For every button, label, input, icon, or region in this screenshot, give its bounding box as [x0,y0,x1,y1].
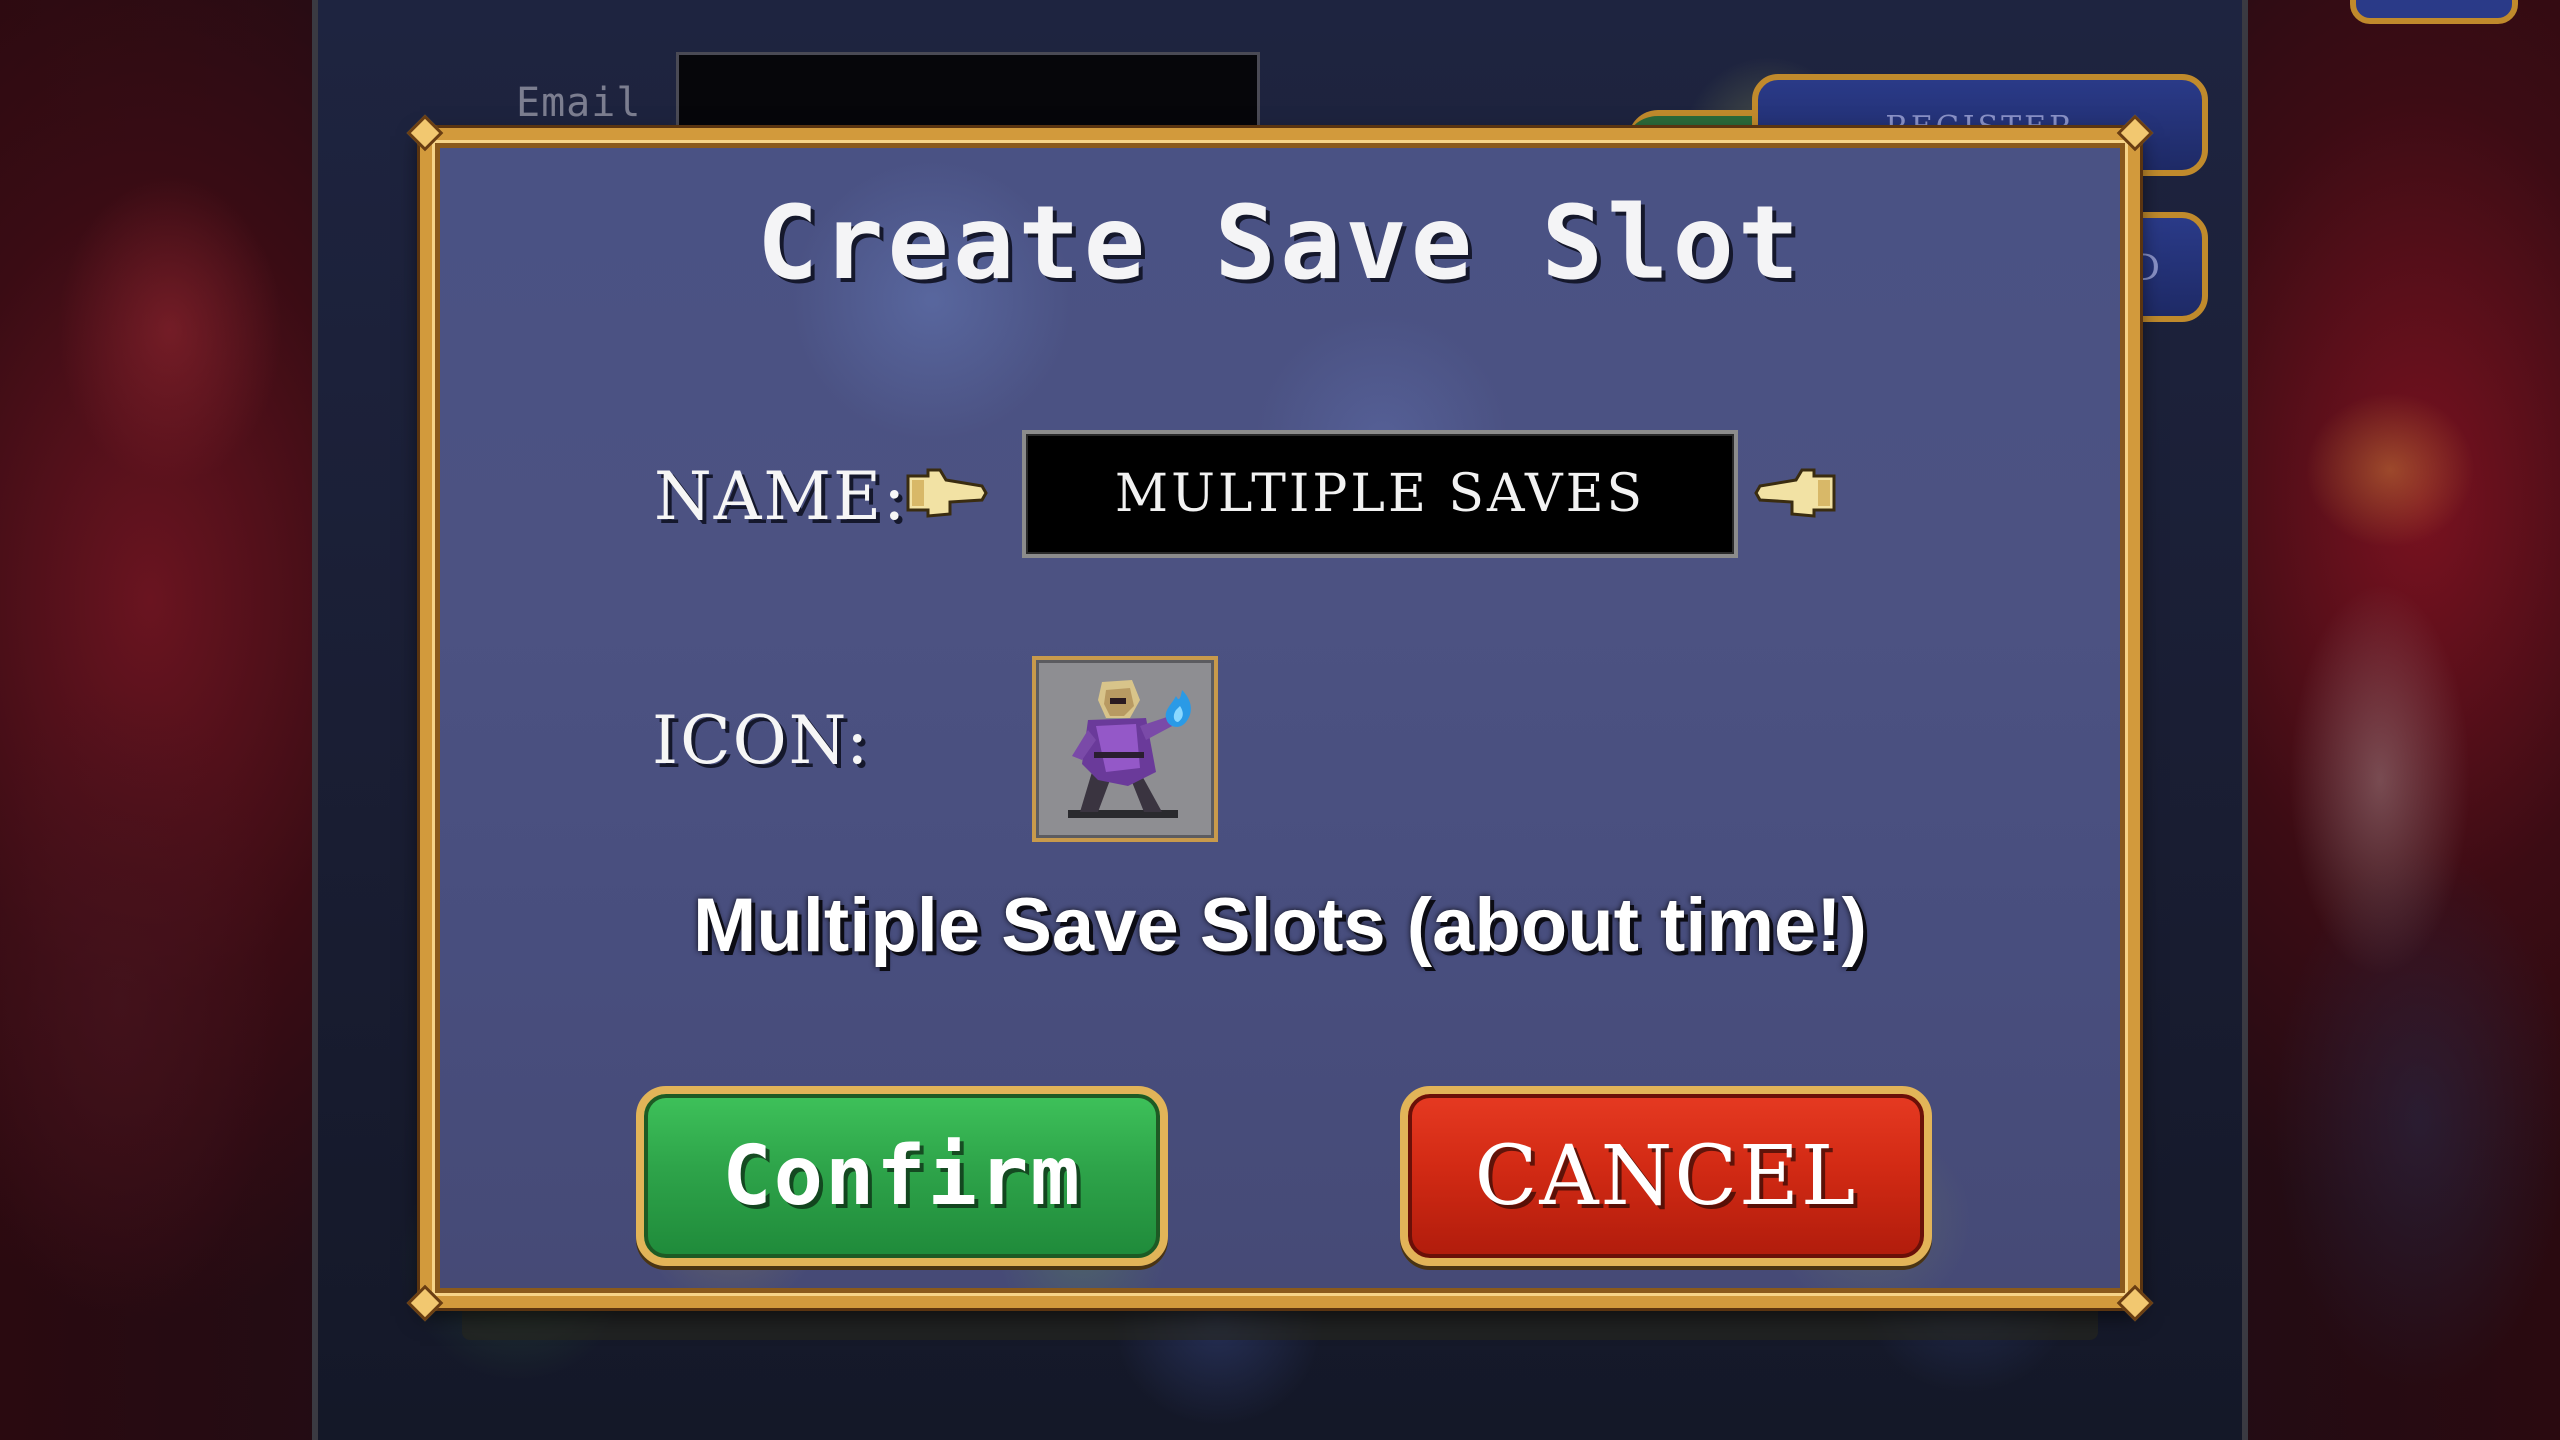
warrior-artwork [2240,0,2560,1440]
confirm-button[interactable]: Confirm [636,1086,1168,1266]
save-icon-selector[interactable] [1032,656,1218,842]
email-label: Email [516,80,642,126]
cancel-button[interactable]: CANCEL [1400,1086,1932,1266]
create-save-slot-dialog: Create Save Slot NAME: MULTIPLE SAVES IC… [406,114,2154,1322]
mage-character-icon [1068,680,1191,818]
email-field [676,52,1260,138]
dialog-title: Create Save Slot [756,184,1804,303]
name-label: NAME: [654,458,908,535]
game-screen: Email REGISTER D Create Save Slot NAME: … [0,0,2560,1440]
hooded-villain-artwork [0,0,320,1440]
feature-caption: Multiple Save Slots (about time!) [693,883,1867,968]
pointing-hand-left-icon[interactable] [1754,466,1836,520]
icon-label: ICON: [652,702,871,779]
pointing-hand-right-icon[interactable] [906,466,988,520]
save-name-input[interactable]: MULTIPLE SAVES [1022,430,1738,558]
background-menu-button [2350,0,2518,24]
